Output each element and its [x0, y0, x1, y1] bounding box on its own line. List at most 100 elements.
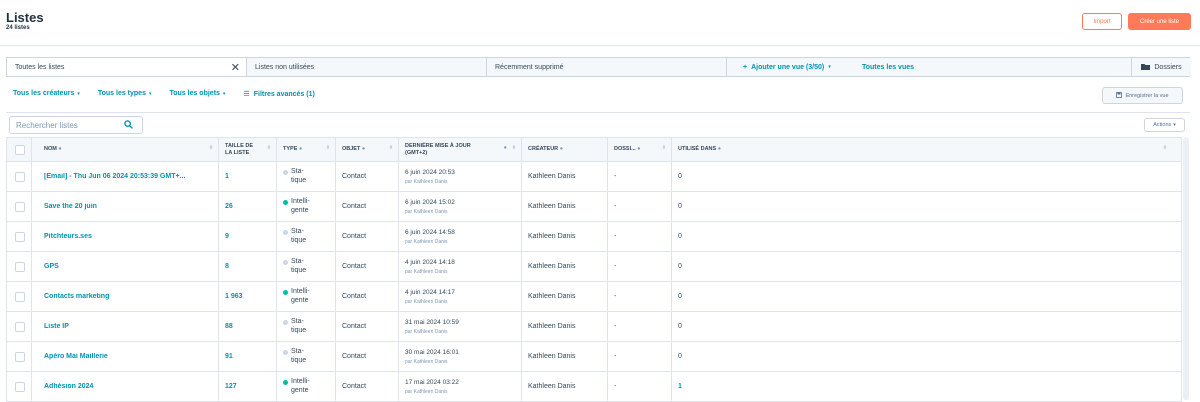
import-button[interactable]: Import	[1082, 13, 1122, 30]
list-name-link[interactable]: Save the 20 juin	[38, 203, 218, 210]
sort-icon[interactable]: ⇳	[326, 145, 330, 152]
sort-icon[interactable]: ⇳	[1163, 145, 1167, 152]
tab-all-lists[interactable]: Toutes les listes ✕	[7, 58, 247, 76]
list-name-link[interactable]: Liste IP	[38, 323, 218, 330]
column-header-type[interactable]: TYPE ● ⇳	[276, 137, 336, 162]
folders-button[interactable]: Dossiers	[1131, 58, 1191, 76]
list-count: 24 listes	[6, 25, 30, 31]
column-header-object[interactable]: OBJET ● ⇳	[335, 137, 399, 162]
type-label-line1: Sta-	[291, 348, 304, 356]
table-row[interactable]: Apéro Mai Maillerie 91 Sta-tique Contact…	[6, 341, 1182, 372]
updated-date: 17 mai 2024 03:22	[405, 378, 459, 386]
chevron-down-icon: ▾	[77, 91, 80, 97]
advanced-filters-button[interactable]: ☰ Filtres avancés (1)	[243, 90, 314, 98]
types-filter[interactable]: Tous les types ▾	[98, 90, 152, 98]
updated-date: 6 juin 2024 14:58	[405, 228, 455, 236]
row-checkbox[interactable]	[15, 231, 25, 242]
updated-by: par Kathleen Danis	[405, 388, 448, 395]
save-view-button[interactable]: Enregistrer la vue	[1102, 87, 1183, 104]
actions-button[interactable]: Actions ▾	[1144, 118, 1185, 132]
objects-filter[interactable]: Tous les objets ▾	[169, 90, 225, 98]
view-tabs: Toutes les listes ✕ Listes non utilisées…	[6, 57, 1191, 77]
table-row[interactable]: GPS 8 Sta-tique Contact 4 juin 2024 14:1…	[6, 251, 1182, 282]
row-checkbox[interactable]	[15, 201, 25, 212]
filter-bar: Tous les créateurs ▾ Tous les types ▾ Tous…	[13, 90, 315, 98]
list-size-link[interactable]: 1 963	[225, 293, 243, 300]
list-size-link[interactable]: 9	[225, 233, 229, 240]
tab-recently-deleted[interactable]: Récemment supprimé	[487, 58, 727, 76]
select-all-checkbox[interactable]	[15, 144, 25, 155]
row-checkbox[interactable]	[15, 351, 25, 362]
type-cell: Sta-tique	[276, 341, 336, 372]
tab-unused-lists[interactable]: Listes non utilisées	[247, 58, 487, 76]
row-checkbox[interactable]	[15, 261, 25, 272]
used-in-count[interactable]: 1	[678, 383, 682, 390]
list-name-link[interactable]: Contacts marketing	[38, 293, 218, 300]
list-name-link[interactable]: [Email] - Thu Jun 06 2024 20:53:39 GMT+.…	[38, 173, 218, 180]
column-header-folder[interactable]: DOSSI... ● ⇳	[607, 137, 672, 162]
used-in-cell: 1	[671, 371, 1182, 402]
type-label-line2: tique	[291, 236, 307, 244]
used-in-count: 0	[678, 173, 682, 180]
table-row[interactable]: [Email] - Thu Jun 06 2024 20:53:39 GMT+.…	[6, 161, 1182, 192]
vertical-scrollbar[interactable]	[1183, 137, 1189, 400]
info-icon: ●	[298, 146, 303, 153]
column-header-updated[interactable]: DERNIÈRE MISE À JOUR (GMT+2) ● ⇳	[398, 137, 522, 162]
updated-by: par Kathleen Danis	[405, 328, 448, 335]
search-icon[interactable]	[124, 120, 133, 131]
updated-cell: 6 juin 2024 14:58 par Kathleen Danis	[398, 221, 522, 252]
table-row[interactable]: Contacts marketing 1 963 Intelli-gente C…	[6, 281, 1182, 312]
info-icon: ●	[58, 146, 62, 153]
list-size-link[interactable]: 91	[225, 353, 233, 360]
create-list-button[interactable]: Créer une liste	[1128, 13, 1191, 30]
list-name-link[interactable]: Pitchteurs.ses	[38, 233, 218, 240]
all-views-link[interactable]: Toutes les vues	[862, 58, 914, 76]
list-size-link[interactable]: 26	[225, 203, 233, 210]
list-size-link[interactable]: 88	[225, 323, 233, 330]
search-input[interactable]: Rechercher listes	[9, 116, 143, 134]
add-view-button[interactable]: + Ajouter une vue (3/50) ▾	[743, 58, 831, 76]
column-header-size[interactable]: TAILLE DE LA LISTE ⇳	[218, 137, 277, 162]
list-name-link[interactable]: GPS	[38, 263, 218, 270]
sort-icon[interactable]: ⇳	[512, 145, 516, 152]
creators-filter[interactable]: Tous les créateurs ▾	[13, 90, 80, 98]
creator-cell: Kathleen Danis	[521, 251, 608, 282]
row-checkbox[interactable]	[15, 291, 25, 302]
table-row[interactable]: Pitchteurs.ses 9 Sta-tique Contact 6 jui…	[6, 221, 1182, 252]
row-checkbox-cell	[6, 161, 32, 192]
size-cell: 91	[218, 341, 277, 372]
list-size-link[interactable]: 127	[225, 383, 237, 390]
column-header-used-in[interactable]: UTILISÉ DANS ● ⇳	[671, 137, 1182, 162]
sort-icon[interactable]: ⇳	[389, 145, 393, 152]
used-in-count: 0	[678, 233, 682, 240]
table-row[interactable]: Liste IP 88 Sta-tique Contact 31 mai 202…	[6, 311, 1182, 342]
folder-cell: -	[607, 191, 672, 222]
type-label-line2: tique	[291, 266, 307, 274]
list-name-link[interactable]: Apéro Mai Maillerie	[38, 353, 218, 360]
list-size-link[interactable]: 8	[225, 263, 229, 270]
sort-icon[interactable]: ⇳	[662, 145, 666, 152]
creator-cell: Kathleen Danis	[521, 281, 608, 312]
column-header-creator[interactable]: CRÉATEUR ●	[521, 137, 608, 162]
sort-icon[interactable]: ⇳	[267, 145, 271, 152]
search-placeholder: Rechercher listes	[16, 120, 78, 130]
table-row[interactable]: Adhésion 2024 127 Intelli-gente Contact …	[6, 371, 1182, 402]
list-size-link[interactable]: 1	[225, 173, 229, 180]
used-in-count: 0	[678, 323, 682, 330]
row-checkbox[interactable]	[15, 171, 25, 182]
used-in-count: 0	[678, 353, 682, 360]
table-row[interactable]: Save the 20 juin 26 Intelli-gente Contac…	[6, 191, 1182, 222]
updated-cell: 31 mai 2024 10:59 par Kathleen Danis	[398, 311, 522, 342]
sort-icon[interactable]: ⇳	[209, 145, 213, 152]
list-name-link[interactable]: Adhésion 2024	[38, 383, 218, 390]
used-in-count: 0	[678, 263, 682, 270]
updated-date: 30 mai 2024 16:01	[405, 348, 459, 356]
creator-cell: Kathleen Danis	[521, 341, 608, 372]
folder-cell: -	[607, 161, 672, 192]
row-checkbox[interactable]	[15, 381, 25, 392]
used-in-cell: 0	[671, 341, 1182, 372]
close-icon[interactable]: ✕	[231, 61, 240, 74]
row-checkbox[interactable]	[15, 321, 25, 332]
column-header-name[interactable]: NOM ● ⇳	[31, 137, 219, 162]
type-cell: Sta-tique	[276, 221, 336, 252]
